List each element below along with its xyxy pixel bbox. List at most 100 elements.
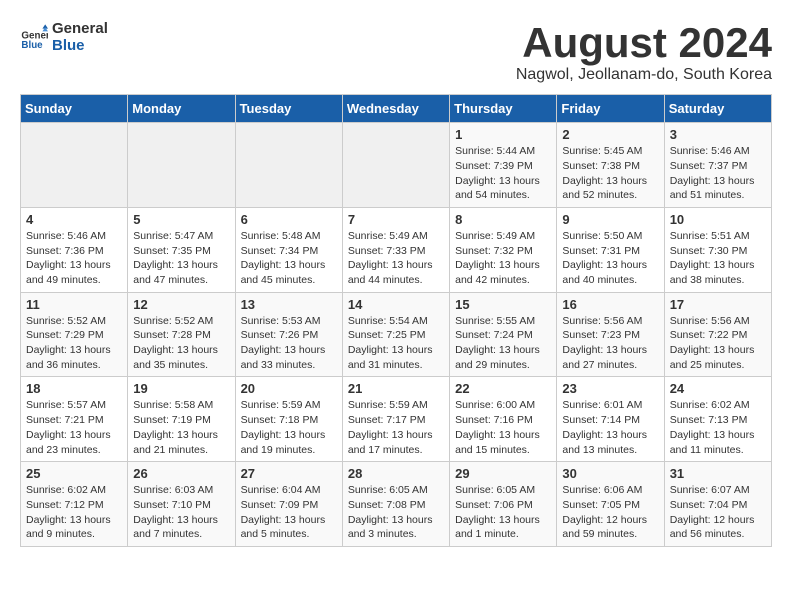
day-number: 12: [133, 297, 229, 312]
calendar-cell: 31 Sunrise: 6:07 AM Sunset: 7:04 PM Dayli…: [664, 462, 771, 547]
day-info: Sunrise: 6:02 AM Sunset: 7:12 PM Dayligh…: [26, 483, 122, 542]
day-number: 5: [133, 212, 229, 227]
weekday-header-saturday: Saturday: [664, 95, 771, 123]
logo-text-general: General: [52, 20, 108, 37]
calendar-cell: 23Sunrise: 6:01 AM Sunset: 7:14 PM Dayli…: [557, 377, 664, 462]
day-info: Sunrise: 6:03 AM Sunset: 7:10 PM Dayligh…: [133, 483, 229, 542]
day-info: Sunrise: 5:52 AM Sunset: 7:28 PM Dayligh…: [133, 314, 229, 373]
weekday-header-row: SundayMondayTuesdayWednesdayThursdayFrid…: [21, 95, 772, 123]
day-number: 4: [26, 212, 122, 227]
calendar-cell: 9 Sunrise: 5:50 AM Sunset: 7:31 PM Daylig…: [557, 207, 664, 292]
calendar-subtitle: Nagwol, Jeollanam-do, South Korea: [516, 66, 772, 84]
day-info: Sunrise: 5:59 AM Sunset: 7:17 PM Dayligh…: [348, 398, 444, 457]
day-info: Sunrise: 5:46 AM Sunset: 7:36 PM Dayligh…: [26, 229, 122, 288]
day-number: 2: [562, 127, 658, 142]
day-number: 28: [348, 466, 444, 481]
day-number: 22: [455, 381, 551, 396]
day-number: 11: [26, 297, 122, 312]
day-info: Sunrise: 5:48 AM Sunset: 7:34 PM Dayligh…: [241, 229, 337, 288]
calendar-week-row: 25 Sunrise: 6:02 AM Sunset: 7:12 PM Dayli…: [21, 462, 772, 547]
day-info: Sunrise: 5:53 AM Sunset: 7:26 PM Dayligh…: [241, 314, 337, 373]
day-info: Sunrise: 6:00 AM Sunset: 7:16 PM Dayligh…: [455, 398, 551, 457]
day-info: Sunrise: 5:46 AM Sunset: 7:37 PM Dayligh…: [670, 144, 766, 203]
calendar-cell: 6 Sunrise: 5:48 AM Sunset: 7:34 PM Daylig…: [235, 207, 342, 292]
logo-text-blue: Blue: [52, 37, 108, 54]
weekday-header-friday: Friday: [557, 95, 664, 123]
calendar-cell: 16Sunrise: 5:56 AM Sunset: 7:23 PM Dayli…: [557, 292, 664, 377]
calendar-cell: 8 Sunrise: 5:49 AM Sunset: 7:32 PM Daylig…: [450, 207, 557, 292]
calendar-week-row: 11 Sunrise: 5:52 AM Sunset: 7:29 PM Dayli…: [21, 292, 772, 377]
weekday-header-thursday: Thursday: [450, 95, 557, 123]
calendar-cell: 15Sunrise: 5:55 AM Sunset: 7:24 PM Dayli…: [450, 292, 557, 377]
svg-text:Blue: Blue: [21, 40, 43, 51]
calendar-title: August 2024: [516, 20, 772, 66]
title-block: August 2024 Nagwol, Jeollanam-do, South …: [516, 20, 772, 84]
day-info: Sunrise: 6:05 AM Sunset: 7:06 PM Dayligh…: [455, 483, 551, 542]
day-info: Sunrise: 5:52 AM Sunset: 7:29 PM Dayligh…: [26, 314, 122, 373]
calendar-cell: 28 Sunrise: 6:05 AM Sunset: 7:08 PM Dayli…: [342, 462, 449, 547]
day-number: 9: [562, 212, 658, 227]
day-info: Sunrise: 6:02 AM Sunset: 7:13 PM Dayligh…: [670, 398, 766, 457]
day-info: Sunrise: 5:51 AM Sunset: 7:30 PM Dayligh…: [670, 229, 766, 288]
day-number: 31: [670, 466, 766, 481]
day-info: Sunrise: 6:05 AM Sunset: 7:08 PM Dayligh…: [348, 483, 444, 542]
calendar-cell: 25 Sunrise: 6:02 AM Sunset: 7:12 PM Dayli…: [21, 462, 128, 547]
calendar-table: SundayMondayTuesdayWednesdayThursdayFrid…: [20, 94, 772, 547]
calendar-cell: 22 Sunrise: 6:00 AM Sunset: 7:16 PM Dayli…: [450, 377, 557, 462]
calendar-cell: [21, 123, 128, 208]
day-info: Sunrise: 5:56 AM Sunset: 7:22 PM Dayligh…: [670, 314, 766, 373]
day-info: Sunrise: 5:49 AM Sunset: 7:33 PM Dayligh…: [348, 229, 444, 288]
day-number: 19: [133, 381, 229, 396]
day-info: Sunrise: 5:58 AM Sunset: 7:19 PM Dayligh…: [133, 398, 229, 457]
calendar-cell: 20 Sunrise: 5:59 AM Sunset: 7:18 PM Dayli…: [235, 377, 342, 462]
calendar-cell: 26Sunrise: 6:03 AM Sunset: 7:10 PM Dayli…: [128, 462, 235, 547]
day-number: 21: [348, 381, 444, 396]
calendar-cell: 30Sunrise: 6:06 AM Sunset: 7:05 PM Dayli…: [557, 462, 664, 547]
day-number: 14: [348, 297, 444, 312]
day-info: Sunrise: 6:04 AM Sunset: 7:09 PM Dayligh…: [241, 483, 337, 542]
day-number: 10: [670, 212, 766, 227]
calendar-cell: 2 Sunrise: 5:45 AM Sunset: 7:38 PM Daylig…: [557, 123, 664, 208]
calendar-cell: 14 Sunrise: 5:54 AM Sunset: 7:25 PM Dayli…: [342, 292, 449, 377]
day-number: 23: [562, 381, 658, 396]
day-number: 24: [670, 381, 766, 396]
day-number: 8: [455, 212, 551, 227]
day-number: 20: [241, 381, 337, 396]
logo-icon: General Blue: [20, 23, 48, 51]
logo: General Blue General Blue: [20, 20, 108, 54]
calendar-cell: 11 Sunrise: 5:52 AM Sunset: 7:29 PM Dayli…: [21, 292, 128, 377]
calendar-cell: 7Sunrise: 5:49 AM Sunset: 7:33 PM Daylig…: [342, 207, 449, 292]
calendar-cell: 4 Sunrise: 5:46 AM Sunset: 7:36 PM Daylig…: [21, 207, 128, 292]
weekday-header-wednesday: Wednesday: [342, 95, 449, 123]
day-info: Sunrise: 5:50 AM Sunset: 7:31 PM Dayligh…: [562, 229, 658, 288]
calendar-cell: 13 Sunrise: 5:53 AM Sunset: 7:26 PM Dayli…: [235, 292, 342, 377]
day-number: 27: [241, 466, 337, 481]
day-number: 1: [455, 127, 551, 142]
calendar-cell: [342, 123, 449, 208]
calendar-cell: 17 Sunrise: 5:56 AM Sunset: 7:22 PM Dayli…: [664, 292, 771, 377]
day-number: 25: [26, 466, 122, 481]
weekday-header-sunday: Sunday: [21, 95, 128, 123]
day-number: 29: [455, 466, 551, 481]
calendar-cell: 18Sunrise: 5:57 AM Sunset: 7:21 PM Dayli…: [21, 377, 128, 462]
day-info: Sunrise: 5:59 AM Sunset: 7:18 PM Dayligh…: [241, 398, 337, 457]
day-number: 3: [670, 127, 766, 142]
calendar-cell: 29 Sunrise: 6:05 AM Sunset: 7:06 PM Dayli…: [450, 462, 557, 547]
calendar-cell: 3 Sunrise: 5:46 AM Sunset: 7:37 PM Daylig…: [664, 123, 771, 208]
day-info: Sunrise: 6:06 AM Sunset: 7:05 PM Dayligh…: [562, 483, 658, 542]
day-info: Sunrise: 6:07 AM Sunset: 7:04 PM Dayligh…: [670, 483, 766, 542]
day-number: 13: [241, 297, 337, 312]
day-info: Sunrise: 5:57 AM Sunset: 7:21 PM Dayligh…: [26, 398, 122, 457]
day-info: Sunrise: 5:44 AM Sunset: 7:39 PM Dayligh…: [455, 144, 551, 203]
day-number: 6: [241, 212, 337, 227]
page-header: General Blue General Blue August 2024 Na…: [20, 20, 772, 84]
calendar-week-row: 18Sunrise: 5:57 AM Sunset: 7:21 PM Dayli…: [21, 377, 772, 462]
day-info: Sunrise: 5:56 AM Sunset: 7:23 PM Dayligh…: [562, 314, 658, 373]
day-number: 17: [670, 297, 766, 312]
calendar-week-row: 4 Sunrise: 5:46 AM Sunset: 7:36 PM Daylig…: [21, 207, 772, 292]
day-info: Sunrise: 5:49 AM Sunset: 7:32 PM Dayligh…: [455, 229, 551, 288]
day-info: Sunrise: 5:45 AM Sunset: 7:38 PM Dayligh…: [562, 144, 658, 203]
day-number: 15: [455, 297, 551, 312]
day-info: Sunrise: 5:47 AM Sunset: 7:35 PM Dayligh…: [133, 229, 229, 288]
day-info: Sunrise: 5:54 AM Sunset: 7:25 PM Dayligh…: [348, 314, 444, 373]
